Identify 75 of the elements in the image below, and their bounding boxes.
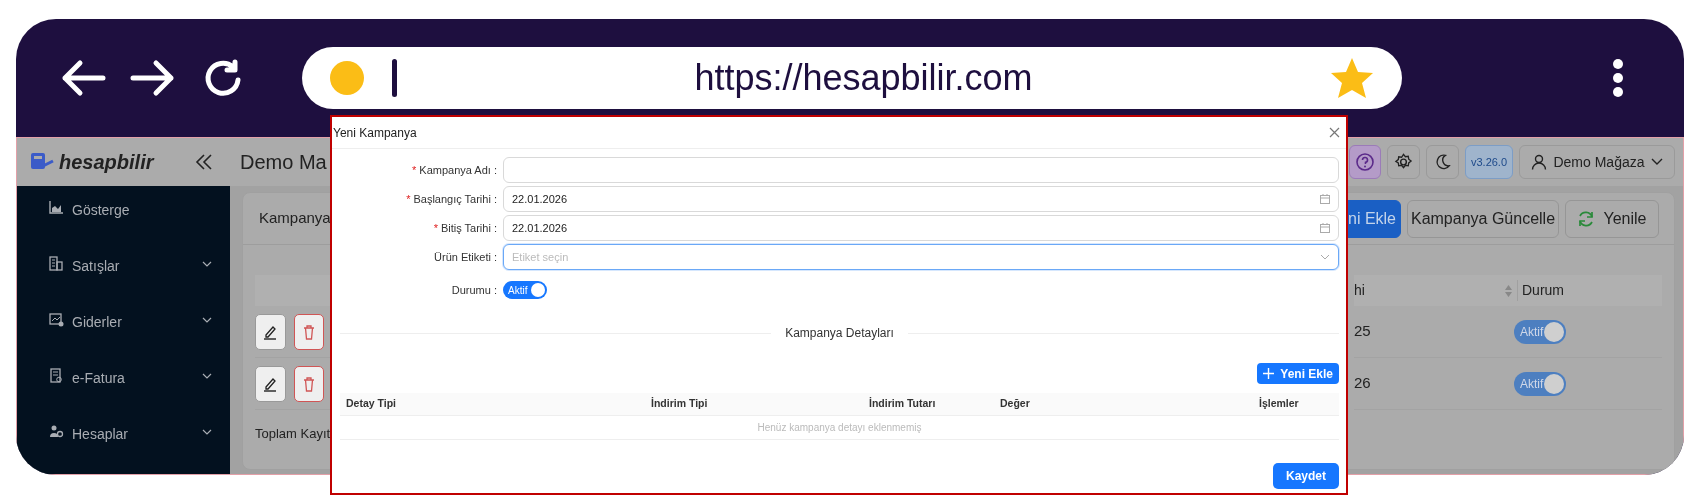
- required-mark: *: [433, 221, 438, 234]
- star-icon[interactable]: [1330, 57, 1374, 99]
- trash-icon: [302, 375, 315, 392]
- moon-icon: [1433, 152, 1452, 172]
- required-mark: *: [406, 192, 411, 205]
- column-header: İşlemler: [1258, 396, 1300, 412]
- close-icon[interactable]: [1329, 127, 1340, 138]
- empty-message: Henüz kampanya detayı eklenmemiş: [757, 421, 922, 435]
- version-badge: v3.26.0: [1465, 145, 1513, 179]
- column-header: Durum: [1521, 281, 1564, 300]
- add-button[interactable]: ni Ekle: [1347, 199, 1401, 238]
- column-header: hi: [1354, 281, 1366, 300]
- report-icon: [49, 312, 64, 327]
- help-icon: [1356, 153, 1374, 171]
- trash-icon: [302, 323, 315, 340]
- user-menu-button[interactable]: Demo Mağaza: [1519, 145, 1675, 179]
- menu-icon[interactable]: [1612, 58, 1624, 98]
- date-field[interactable]: 22.01.2026: [503, 186, 1339, 212]
- help-button[interactable]: [1349, 145, 1381, 179]
- column-header: Değer: [999, 396, 1031, 412]
- delete-button[interactable]: [293, 313, 324, 350]
- chart-icon: [49, 200, 64, 215]
- sidebar-item[interactable]: e-Fatura: [17, 362, 230, 418]
- required-mark: *: [412, 163, 417, 176]
- date-field[interactable]: 22.01.2026: [503, 215, 1339, 241]
- save-button[interactable]: Kaydet: [1273, 463, 1339, 489]
- theme-button[interactable]: [1426, 145, 1459, 179]
- building-icon: [49, 256, 64, 271]
- calendar-icon: [1320, 223, 1330, 233]
- plus-icon: [1263, 368, 1275, 379]
- settings-button[interactable]: [1387, 145, 1420, 179]
- text-cursor-icon: [392, 59, 397, 97]
- table-cell-text: 26: [1354, 373, 1372, 394]
- status-dot-icon: [330, 61, 364, 95]
- sidebar-item[interactable]: Hesaplar: [17, 418, 230, 474]
- edit-button[interactable]: [255, 313, 286, 350]
- collapse-icon[interactable]: [194, 152, 214, 172]
- user-icon: [1531, 154, 1548, 170]
- address-bar[interactable]: https://hesapbilir.com: [302, 47, 1402, 109]
- back-icon[interactable]: [60, 58, 106, 98]
- forward-icon[interactable]: [130, 58, 176, 98]
- column-header: Detay Tipi: [345, 396, 397, 412]
- column-header: İndirim Tipi: [650, 396, 709, 412]
- chevron-down-icon: [1650, 158, 1663, 166]
- edit-button[interactable]: [255, 365, 286, 402]
- field-label: Ürün Etiketi :: [434, 250, 497, 263]
- field-label: Başlangıç Tarihi :: [413, 192, 497, 205]
- update-button[interactable]: Kampanya Güncelle: [1407, 199, 1559, 238]
- field-label: Kampanya Adı :: [419, 163, 497, 176]
- users-icon: [49, 424, 64, 439]
- sidebar-item[interactable]: Giderler: [17, 306, 230, 362]
- field-label: Durumu :: [451, 283, 497, 296]
- settings-icon: [1394, 152, 1413, 172]
- logo-text: hesapbilir: [59, 150, 154, 175]
- select-field[interactable]: Etiket seçin: [503, 244, 1339, 270]
- refresh-icon: [1577, 209, 1596, 228]
- input-field[interactable]: [503, 157, 1339, 183]
- add-detail-button[interactable]: Yeni Ekle: [1257, 363, 1339, 384]
- status-switch[interactable]: Aktif: [503, 281, 547, 299]
- sidebar-item[interactable]: Satışlar: [17, 250, 230, 306]
- chevron-down-icon: [1320, 254, 1330, 260]
- refresh-button[interactable]: Yenile: [1565, 199, 1659, 238]
- page-title: Kampanya: [259, 208, 331, 229]
- field-label: Bitiş Tarihi :: [440, 221, 497, 234]
- record-total: Toplam Kayıt: [255, 425, 332, 443]
- url-text: https://hesapbilir.com: [693, 60, 1034, 96]
- modal-title: Yeni Kampanya: [333, 124, 417, 142]
- invoice-icon: [49, 368, 64, 383]
- column-header: İndirim Tutarı: [868, 396, 937, 412]
- delete-button[interactable]: [293, 365, 324, 402]
- table-cell-text: 25: [1354, 321, 1372, 342]
- section-title: Kampanya Detayları: [784, 325, 895, 342]
- store-title: Demo Ma: [240, 150, 327, 175]
- calendar-icon: [1320, 194, 1330, 204]
- sidebar-item[interactable]: Gösterge: [17, 194, 230, 250]
